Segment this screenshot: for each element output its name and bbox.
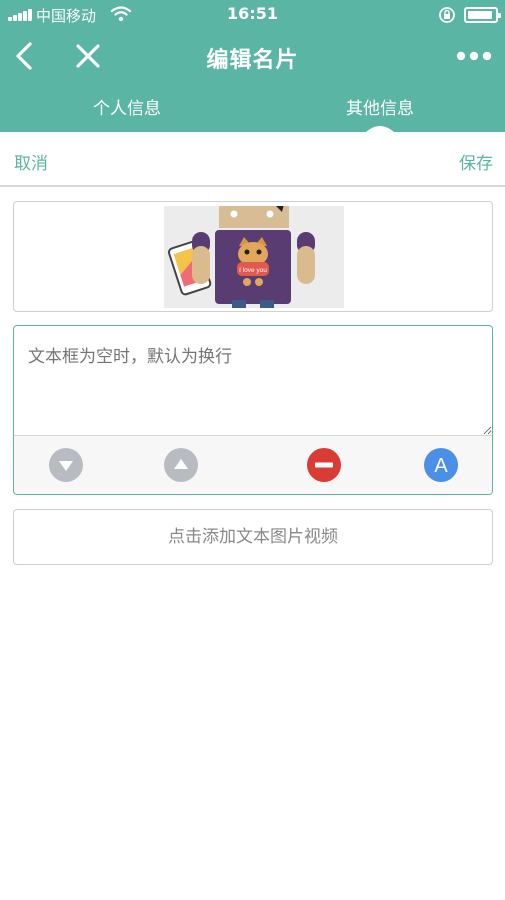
header: 中国移动 16:51 编辑名片 个人信息 其他信息 [0,0,505,132]
action-bar: 取消 保存 [0,132,505,187]
text-block-toolbar: A [14,435,492,494]
more-dots-icon[interactable] [456,50,492,62]
battery-icon [464,7,501,23]
image-block[interactable]: I love you [13,201,493,312]
clock: 16:51 [227,4,278,23]
arrow-up-circle-icon[interactable] [164,448,198,482]
tab-bar: 个人信息 其他信息 [0,86,505,132]
arrow-down-circle-icon[interactable] [49,448,83,482]
save-button[interactable]: 保存 [459,149,493,174]
active-tab-indicator [366,126,394,132]
nav-bar: 编辑名片 [0,30,505,86]
cancel-button[interactable]: 取消 [14,149,48,174]
orientation-lock-icon [439,7,455,23]
text-block: A [13,325,493,495]
tab-other-info[interactable]: 其他信息 [305,94,455,119]
minus-circle-icon[interactable] [307,448,341,482]
font-a-icon[interactable]: A [424,448,458,482]
text-input[interactable] [14,326,492,435]
font-letter: A [434,455,448,477]
page-title: 编辑名片 [206,48,299,73]
add-content-button[interactable]: 点击添加文本图片视频 [13,509,493,565]
tab-personal-info[interactable]: 个人信息 [52,94,202,119]
status-bar: 中国移动 16:51 [0,0,505,30]
image-caption: I love you [239,267,267,274]
android-mascot-image: I love you [164,206,344,308]
